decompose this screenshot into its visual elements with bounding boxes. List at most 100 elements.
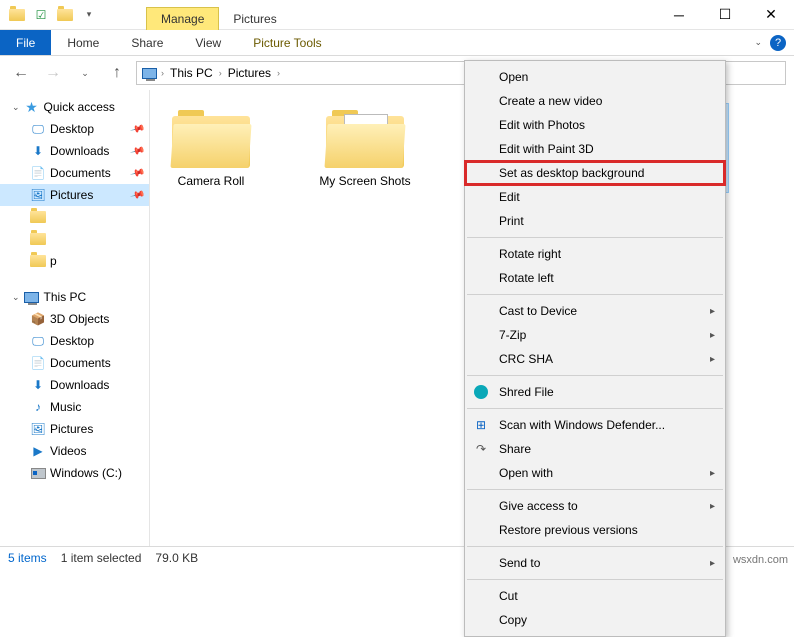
context-menu-cast-to-device[interactable]: Cast to Device	[465, 299, 725, 323]
sidebar-item-music[interactable]: ♪Music	[0, 396, 149, 418]
back-button[interactable]: ←	[8, 60, 34, 86]
videos-icon: ▶	[30, 443, 46, 459]
context-menu-open-with[interactable]: Open with	[465, 461, 725, 485]
window-controls: ─ ☐ ✕	[656, 0, 794, 30]
breadcrumb-this-pc[interactable]: This PC	[168, 66, 215, 80]
context-menu-cut[interactable]: Cut	[465, 584, 725, 608]
sidebar-recent-folder[interactable]	[0, 206, 149, 228]
minimize-button[interactable]: ─	[656, 0, 702, 30]
status-size: 79.0 KB	[155, 551, 198, 565]
picture-tools-tab[interactable]: Picture Tools	[237, 30, 337, 55]
context-menu-set-as-desktop-background[interactable]: Set as desktop background	[465, 161, 725, 185]
context-menu-give-access-to[interactable]: Give access to	[465, 494, 725, 518]
home-tab[interactable]: Home	[51, 30, 115, 55]
file-tab[interactable]: File	[0, 30, 51, 55]
sidebar-item-pictures[interactable]: 🖼Pictures	[0, 418, 149, 440]
view-tab[interactable]: View	[179, 30, 237, 55]
chevron-icon[interactable]: ›	[161, 68, 164, 78]
sidebar-item-desktop[interactable]: 🖵 Desktop	[0, 330, 149, 352]
context-menu-label: Cast to Device	[499, 304, 577, 318]
ribbon-expand-icon[interactable]: ⌄	[754, 37, 762, 48]
manage-contextual-tab[interactable]: Manage	[146, 7, 219, 30]
shield-icon: ⊞	[473, 417, 489, 433]
close-button[interactable]: ✕	[748, 0, 794, 30]
context-menu-rotate-right[interactable]: Rotate right	[465, 242, 725, 266]
this-pc-node[interactable]: ⌄ This PC	[0, 286, 149, 308]
share-icon: ↷	[473, 441, 489, 457]
context-menu-open[interactable]: Open	[465, 65, 725, 89]
context-menu-label: Create a new video	[499, 94, 602, 108]
context-menu-label: Edit with Paint 3D	[499, 142, 594, 156]
context-menu-copy[interactable]: Copy	[465, 608, 725, 632]
context-menu-edit-with-paint-3d[interactable]: Edit with Paint 3D	[465, 137, 725, 161]
context-menu-restore-previous-versions[interactable]: Restore previous versions	[465, 518, 725, 542]
downloads-icon: ⬇	[30, 377, 46, 393]
sidebar-item-label: Documents	[50, 166, 111, 180]
expand-icon[interactable]: ⌄	[12, 292, 20, 303]
context-menu-print[interactable]: Print	[465, 209, 725, 233]
chevron-icon[interactable]: ›	[219, 68, 222, 78]
sidebar-item-downloads[interactable]: ⬇ Downloads	[0, 374, 149, 396]
context-menu-shred-file[interactable]: Shred File	[465, 380, 725, 404]
sidebar-item-downloads[interactable]: ⬇Downloads📌	[0, 140, 149, 162]
sidebar-item-label: Desktop	[50, 334, 94, 348]
context-menu-send-to[interactable]: Send to	[465, 551, 725, 575]
sidebar-item-documents[interactable]: 📄Documents📌	[0, 162, 149, 184]
help-icon[interactable]: ?	[770, 35, 786, 51]
sidebar-item-label: Documents	[50, 356, 111, 370]
file-item-camera-roll[interactable]: Camera Roll	[156, 104, 266, 192]
share-tab[interactable]: Share	[115, 30, 179, 55]
sidebar-item-videos[interactable]: ▶ Videos	[0, 440, 149, 462]
qat-folder-icon[interactable]	[6, 4, 28, 26]
context-menu-rotate-left[interactable]: Rotate left	[465, 266, 725, 290]
status-item-count: 5 items	[8, 551, 47, 565]
pictures-icon: 🖼	[30, 187, 46, 203]
context-menu-label: Copy	[499, 613, 527, 627]
context-menu-share[interactable]: ↷ Share	[465, 437, 725, 461]
context-menu-crc-sha[interactable]: CRC SHA	[465, 347, 725, 371]
context-menu-label: Rotate left	[499, 271, 554, 285]
sidebar-item-desktop[interactable]: 🖵Desktop📌	[0, 118, 149, 140]
file-item-my-screen-shots[interactable]: My Screen Shots	[310, 104, 420, 192]
up-button[interactable]: ↑	[104, 60, 130, 86]
documents-icon: 📄	[30, 355, 46, 371]
recent-dropdown[interactable]: ⌄	[72, 60, 98, 86]
context-menu-7-zip[interactable]: 7-Zip	[465, 323, 725, 347]
qat-dropdown-icon[interactable]: ▾	[78, 4, 100, 26]
music-icon: ♪	[30, 399, 46, 415]
this-pc-label: This PC	[44, 290, 87, 304]
forward-button[interactable]: →	[40, 60, 66, 86]
context-menu-separator	[467, 294, 723, 295]
sidebar-item-3d-objects[interactable]: 📦3D Objects	[0, 308, 149, 330]
qat-open-icon[interactable]	[54, 4, 76, 26]
context-menu-label: Scan with Windows Defender...	[499, 418, 665, 432]
context-menu-scan-with-windows-defender-[interactable]: ⊞ Scan with Windows Defender...	[465, 413, 725, 437]
expand-icon[interactable]: ⌄	[12, 102, 20, 113]
desktop-icon: 🖵	[30, 333, 46, 349]
maximize-button[interactable]: ☐	[702, 0, 748, 30]
context-menu-label: Open	[499, 70, 528, 84]
sidebar-item-label: 3D Objects	[50, 312, 109, 326]
file-item-label: My Screen Shots	[319, 174, 410, 188]
context-menu-separator	[467, 408, 723, 409]
sidebar-item-pictures[interactable]: 🖼Pictures📌	[0, 184, 149, 206]
context-menu-label: Set as desktop background	[499, 166, 644, 180]
sidebar-item-label: Videos	[50, 444, 86, 458]
context-menu: Open Create a new video Edit with Photos Ed…	[464, 60, 726, 637]
watermark: wsxdn.com	[733, 554, 788, 566]
context-menu-edit-with-photos[interactable]: Edit with Photos	[465, 113, 725, 137]
qat-properties-icon[interactable]: ☑	[30, 4, 52, 26]
sidebar-item-label: Desktop	[50, 122, 94, 136]
quick-access-node[interactable]: ⌄ ★ Quick access	[0, 96, 149, 118]
context-menu-create-a-new-video[interactable]: Create a new video	[465, 89, 725, 113]
sidebar-recent-folder[interactable]	[0, 228, 149, 250]
context-menu-label: Share	[499, 442, 531, 456]
context-menu-edit[interactable]: Edit	[465, 185, 725, 209]
sidebar-recent-folder[interactable]: p	[0, 250, 149, 272]
chevron-icon[interactable]: ›	[277, 68, 280, 78]
sidebar-item-label: Downloads	[50, 378, 109, 392]
address-pc-icon	[141, 65, 157, 81]
breadcrumb-pictures[interactable]: Pictures	[226, 66, 273, 80]
sidebar-item-documents[interactable]: 📄 Documents	[0, 352, 149, 374]
sidebar-item-windows-c-[interactable]: Windows (C:)	[0, 462, 149, 484]
